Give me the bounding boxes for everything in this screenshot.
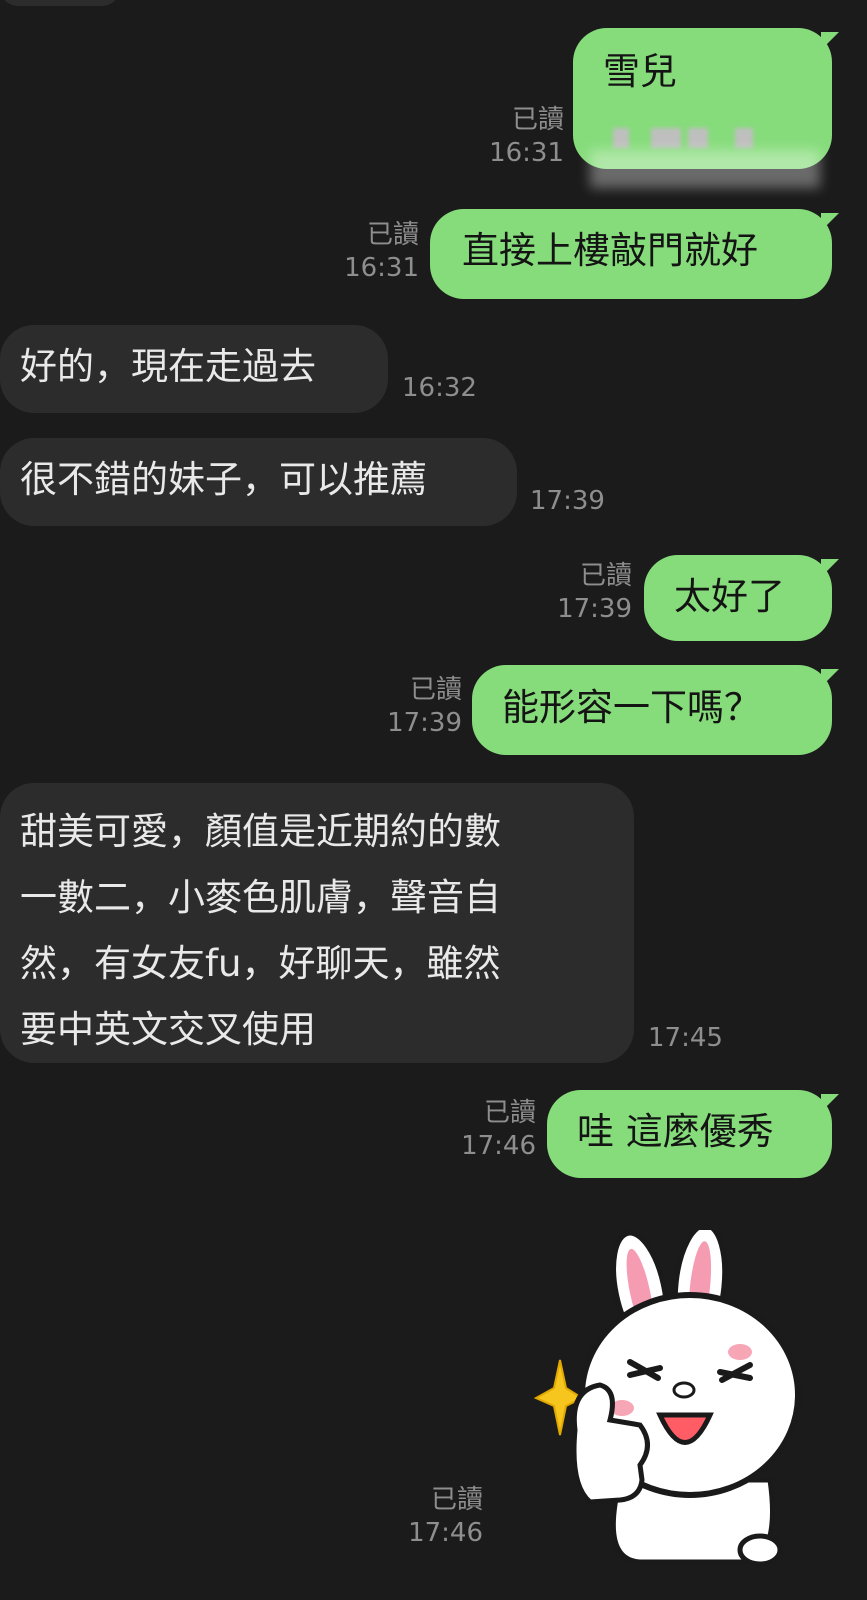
bunny-thumbs-up-sticker[interactable]: [530, 1222, 820, 1570]
message-line: 甜美可愛，顏值是近期約的數: [20, 810, 501, 853]
previous-message-bubble: [0, 0, 120, 6]
redaction-overlay: [590, 150, 820, 188]
outgoing-message-bubble[interactable]: 直接上樓敲門就好: [430, 209, 839, 299]
message-text: 哇 這麼優秀: [577, 1110, 774, 1153]
read-receipt: 已讀 17:39: [557, 561, 632, 624]
message-text: 好的，現在走過去: [20, 345, 316, 388]
message-text: 很不錯的妹子，可以推薦: [20, 458, 427, 501]
message-text: 太好了: [674, 575, 785, 618]
outgoing-message-bubble[interactable]: 雪兒: [573, 28, 839, 169]
message-line: 一數二，小麥色肌膚，聲音自: [20, 876, 501, 919]
read-receipt: 已讀 17:46: [461, 1098, 536, 1161]
message-time: 17:39: [530, 486, 605, 516]
message-text: 直接上樓敲門就好: [462, 229, 758, 272]
sticker-image: [533, 1222, 801, 1567]
incoming-message-bubble[interactable]: 好的，現在走過去: [0, 325, 388, 413]
message-text: 雪兒: [603, 50, 677, 93]
read-receipt: 已讀 17:39: [387, 675, 462, 738]
read-receipt: 已讀 17:46: [408, 1485, 483, 1548]
chat-screen: { "messages": [ {"side":"out","text":"雪兒…: [0, 0, 867, 1600]
incoming-message-bubble[interactable]: 很不錯的妹子，可以推薦: [0, 438, 517, 526]
message-line: 要中英文交叉使用: [20, 1008, 316, 1051]
read-receipt: 已讀 16:31: [344, 220, 419, 283]
message-time: 17:45: [648, 1023, 723, 1053]
outgoing-message-bubble[interactable]: 哇 這麼優秀: [547, 1090, 839, 1178]
message-text: 能形容一下嗎？: [502, 686, 761, 729]
message-line: 然，有女友fu，好聊天，雖然: [20, 942, 501, 985]
outgoing-message-bubble[interactable]: 能形容一下嗎？: [472, 665, 839, 755]
outgoing-message-bubble[interactable]: 太好了: [644, 555, 839, 641]
incoming-message-bubble[interactable]: 甜美可愛，顏值是近期約的數 一數二，小麥色肌膚，聲音自 然，有女友fu，好聊天，…: [0, 783, 634, 1063]
read-receipt: 已讀 16:31: [489, 105, 564, 168]
message-time: 16:32: [402, 373, 477, 403]
